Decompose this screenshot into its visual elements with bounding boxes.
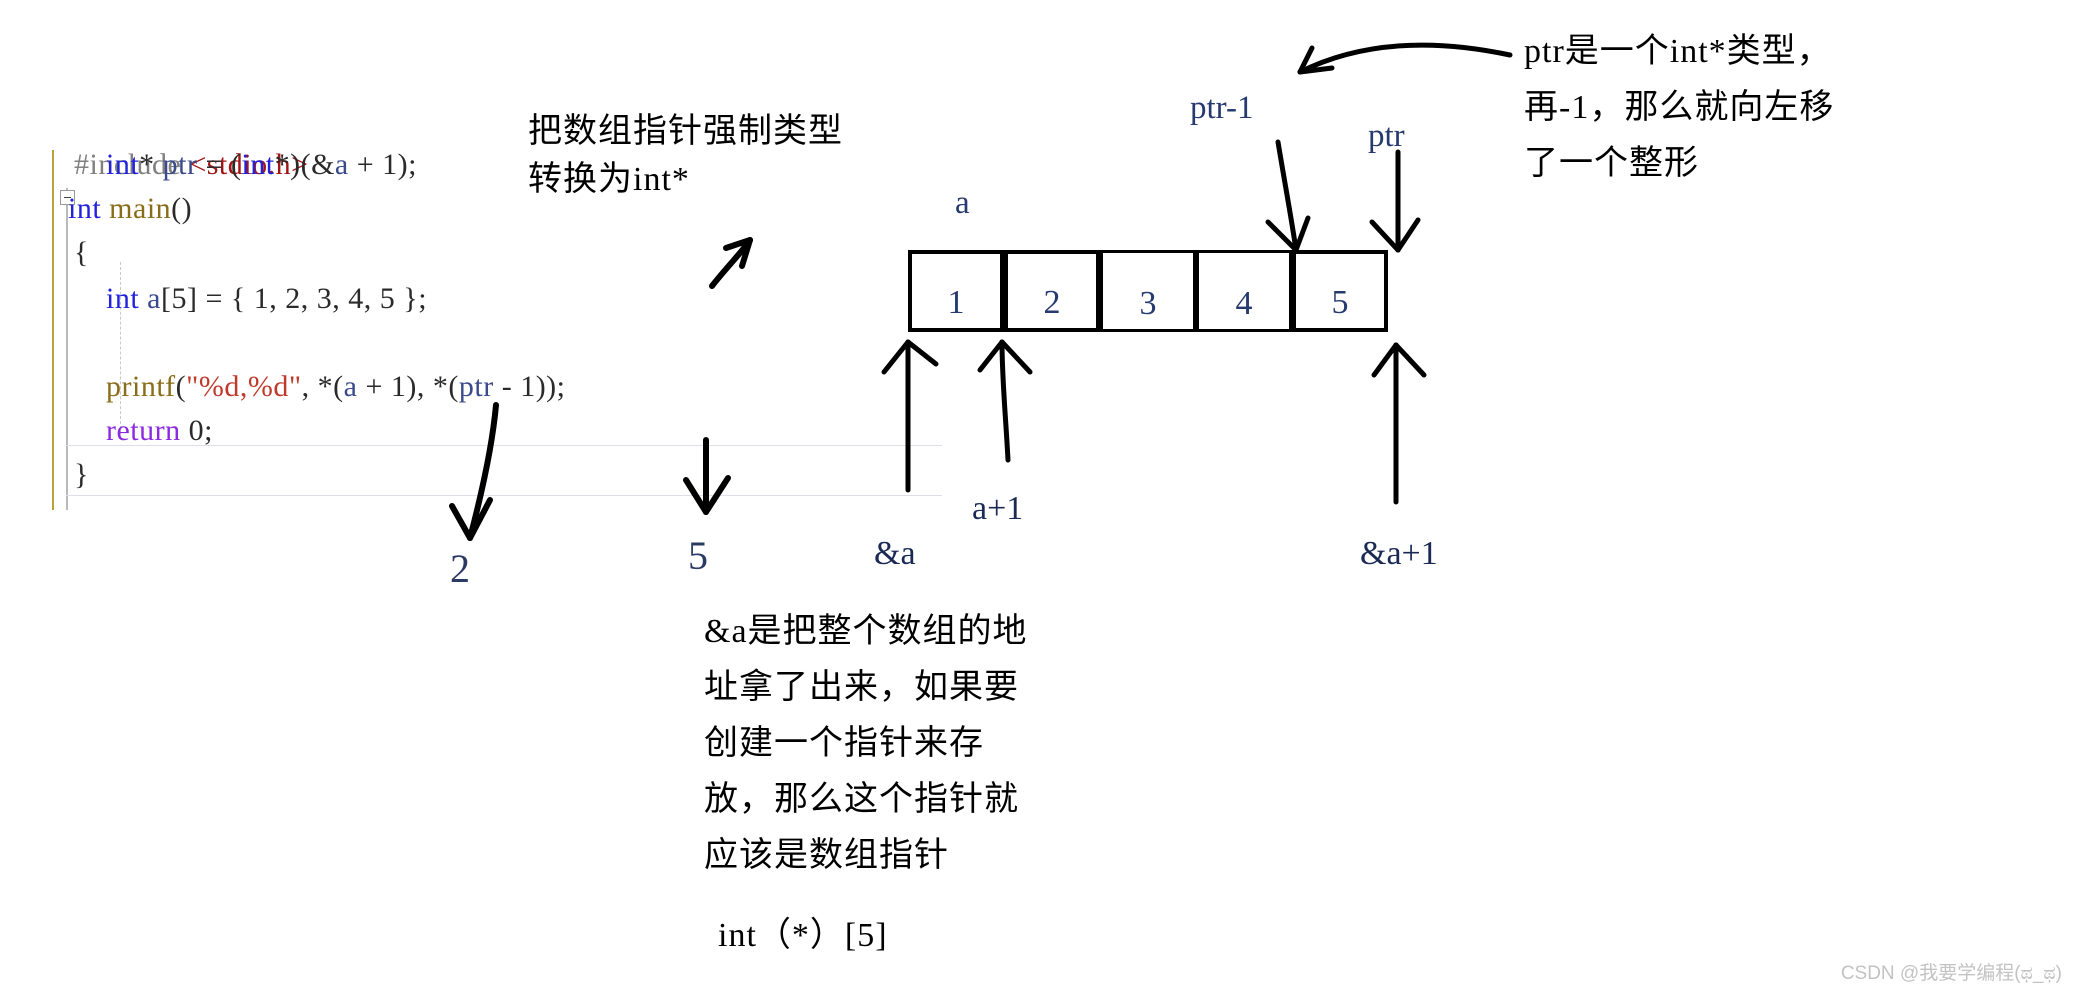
code-token-array-decl-1: int	[106, 282, 140, 315]
code-token-printf-5: a	[343, 370, 358, 403]
array-cell-3: 4	[1196, 250, 1292, 332]
array-cell-1-value: 2	[1043, 284, 1061, 321]
array-cell-2-value: 3	[1139, 285, 1157, 322]
ptr-note-line-1: ptr是一个int*类型，	[1524, 33, 1832, 70]
code-token-array-decl-3: a	[147, 282, 161, 315]
a-plus-1-label: a+1	[972, 490, 1024, 527]
code-token-ptr-decl-5: int	[241, 148, 275, 181]
code-token-printf-8: - 1));	[493, 370, 566, 403]
amp-a-plus-1-label: &a+1	[1360, 535, 1438, 572]
array-pointer-type-text: int（*）[5]	[718, 917, 888, 954]
code-token-return-2: 0;	[180, 414, 213, 447]
output-value-first: 2	[450, 546, 470, 591]
code-token-printf-1: printf	[106, 370, 176, 403]
code-token-ptr-decl-4: = (	[197, 148, 242, 181]
code-token-main-3: ()	[171, 192, 193, 225]
array-cell-1: 2	[1004, 250, 1100, 332]
code-token-return-0	[74, 414, 106, 447]
code-token-ptr-decl-2: *	[139, 148, 163, 181]
amp-a-label: &a	[874, 535, 916, 572]
code-token-printf-4: , *(	[301, 370, 344, 403]
ptr-label: ptr	[1368, 118, 1405, 154]
array-cell-3-value: 4	[1235, 285, 1253, 322]
ptr-note-line-3: 了一个整形	[1524, 145, 1699, 182]
code-token-array-decl-4: [5] = { 1, 2, 3, 4, 5 };	[161, 282, 428, 315]
amp-a-note-line-3: 创建一个指针来存	[704, 725, 984, 762]
code-token-return-1: return	[106, 414, 181, 447]
cast-note-line-2: 转换为int*	[528, 161, 690, 198]
code-token-printf-3: "%d,%d"	[186, 370, 302, 403]
editor-scope-line	[66, 188, 68, 510]
code-line-close-brace[interactable]: }	[74, 460, 89, 490]
output-value-second: 5	[688, 533, 708, 578]
code-line-printf[interactable]: printf("%d,%d", *(a + 1), *(ptr - 1));	[74, 372, 566, 402]
code-line-open-brace[interactable]: {	[74, 238, 89, 268]
code-line-main[interactable]: int main()	[68, 194, 192, 224]
array-cell-4: 5	[1292, 250, 1388, 332]
code-token-ptr-decl-6: *)(&	[274, 148, 335, 181]
csdn-watermark: CSDN @我要学编程(ಥ_ಥ)	[1840, 963, 2062, 984]
code-token-ptr-decl-0	[74, 148, 106, 181]
amp-a-note-line-4: 放，那么这个指针就	[704, 781, 1019, 818]
editor-gutter-rule	[52, 150, 54, 510]
code-token-main-2: main	[109, 192, 172, 225]
code-line-array-decl[interactable]: int a[5] = { 1, 2, 3, 4, 5 };	[74, 284, 427, 314]
code-token-open-brace-0: {	[74, 236, 89, 269]
code-token-array-decl-0	[74, 282, 106, 315]
amp-a-note-line-2: 址拿了出来，如果要	[704, 669, 1019, 706]
code-line-ptr-decl[interactable]: int* ptr = (int*)(&a + 1);	[74, 150, 417, 180]
array-cell-0: 1	[908, 250, 1004, 332]
code-token-array-decl-2	[139, 282, 147, 315]
amp-a-note-line-1: &a是把整个数组的地	[704, 613, 1028, 650]
code-token-ptr-decl-1: int	[106, 148, 140, 181]
code-token-main-1	[101, 192, 109, 225]
code-token-printf-0	[74, 370, 106, 403]
amp-a-note-line-5: 应该是数组指针	[704, 837, 949, 874]
code-token-ptr-decl-3: ptr	[162, 148, 198, 181]
editor-separator-line-2	[66, 495, 942, 496]
ptr-note-line-2: 再-1，那么就向左移	[1524, 89, 1835, 126]
code-token-ptr-decl-7: a	[334, 148, 349, 181]
code-line-return[interactable]: return 0;	[74, 416, 213, 446]
code-token-ptr-decl-8: + 1);	[348, 148, 417, 181]
code-token-main-0: int	[68, 192, 102, 225]
code-editor-pane: #include <stdio.h> int main() { int a[5]…	[52, 150, 1012, 510]
ptr-minus-1-label: ptr-1	[1190, 90, 1254, 126]
code-token-close-brace-0: }	[74, 458, 89, 491]
array-cell-4-value: 5	[1331, 284, 1349, 321]
array-cell-0-value: 1	[947, 284, 965, 321]
code-token-printf-2: (	[175, 370, 187, 403]
code-token-printf-6: + 1), *(	[357, 370, 459, 403]
code-token-printf-7: ptr	[458, 370, 494, 403]
cast-note-line-1: 把数组指针强制类型	[528, 113, 843, 150]
array-cell-2: 3	[1100, 250, 1196, 332]
array-name-label: a	[955, 185, 970, 221]
